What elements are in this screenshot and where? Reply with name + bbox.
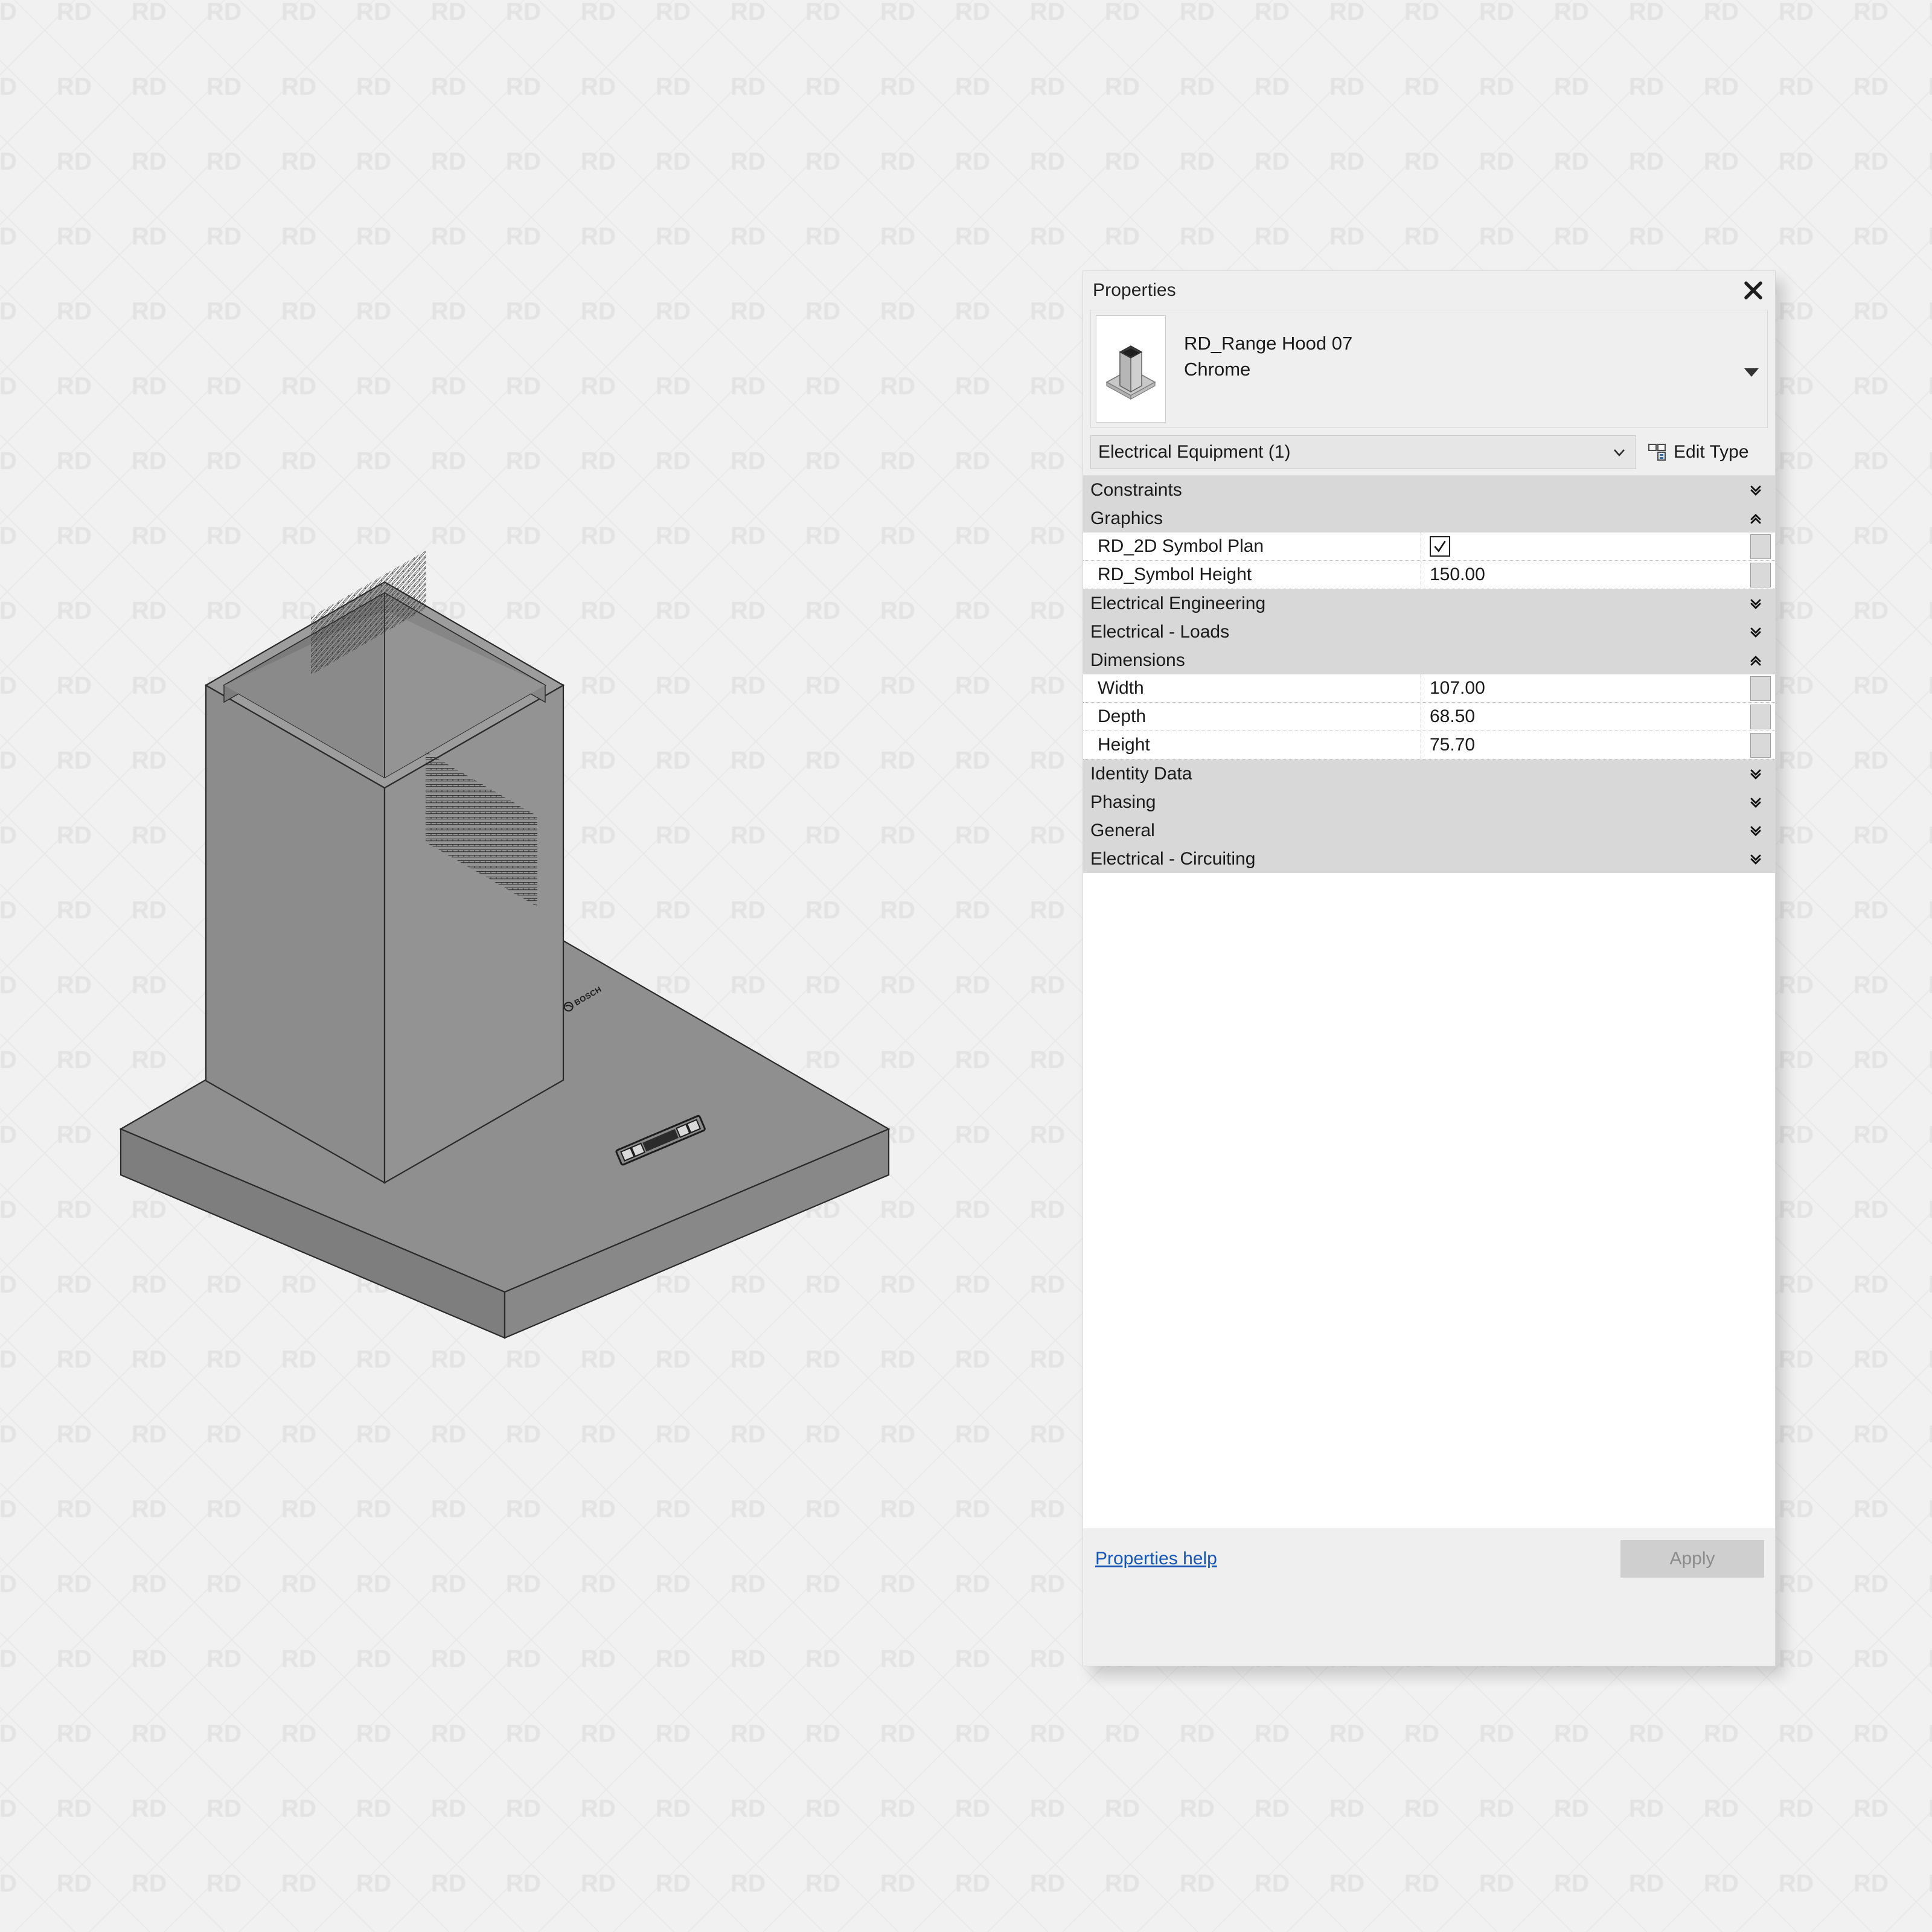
parameter-name: Height	[1083, 731, 1421, 759]
category-row: Electrical Equipment (1) Edit Type	[1090, 435, 1768, 469]
parameter-group-header[interactable]: Constraints	[1083, 476, 1775, 504]
parameter-row-button[interactable]	[1750, 534, 1771, 559]
edit-type-icon	[1647, 442, 1668, 462]
parameter-row: Height75.70	[1083, 731, 1775, 760]
double-chevron-up-icon	[1748, 511, 1763, 526]
parameter-group-label: Electrical - Loads	[1090, 622, 1229, 642]
type-name-block: RD_Range Hood 07 Chrome	[1184, 333, 1767, 380]
parameter-group-label: Identity Data	[1090, 764, 1192, 784]
parameter-row-button[interactable]	[1750, 676, 1771, 701]
type-dropdown-chevron-down-icon[interactable]	[1744, 368, 1759, 377]
properties-palette[interactable]: Properties RD_Range Hood 07 Chrome	[1083, 270, 1776, 1666]
parameter-row-button[interactable]	[1750, 733, 1771, 758]
double-chevron-down-icon	[1748, 767, 1763, 781]
parameter-group-header[interactable]: General	[1083, 816, 1775, 845]
parameter-value[interactable]: 150.00	[1421, 561, 1750, 589]
parameter-value[interactable]	[1421, 533, 1750, 560]
chevron-down-icon	[1611, 444, 1627, 460]
close-icon[interactable]	[1740, 277, 1767, 304]
parameter-value[interactable]: 68.50	[1421, 703, 1750, 731]
parameter-group-label: Graphics	[1090, 508, 1163, 529]
range-hood-thumbnail-icon	[1096, 315, 1166, 423]
panel-titlebar: Properties	[1083, 271, 1775, 305]
parameter-checkbox[interactable]	[1430, 536, 1450, 557]
type-selector[interactable]: RD_Range Hood 07 Chrome	[1090, 310, 1768, 428]
parameter-row: Depth68.50	[1083, 703, 1775, 731]
double-chevron-down-icon	[1748, 795, 1763, 810]
parameter-row-button[interactable]	[1750, 705, 1771, 729]
parameter-group-header[interactable]: Electrical Engineering	[1083, 589, 1775, 618]
parameter-group-label: Phasing	[1090, 792, 1156, 813]
parameter-value[interactable]: 107.00	[1421, 674, 1750, 702]
category-select-label: Electrical Equipment (1)	[1098, 442, 1611, 462]
range-hood-3d-model: BOSCH	[0, 0, 1063, 1932]
parameter-group-header[interactable]: Graphics	[1083, 504, 1775, 533]
double-chevron-down-icon	[1748, 597, 1763, 611]
parameter-row: Width107.00	[1083, 674, 1775, 703]
category-select[interactable]: Electrical Equipment (1)	[1090, 435, 1636, 469]
parameter-group-header[interactable]: Identity Data	[1083, 760, 1775, 788]
double-chevron-down-icon	[1748, 824, 1763, 838]
type-name: Chrome	[1184, 359, 1767, 380]
properties-help-link[interactable]: Properties help	[1095, 1549, 1620, 1569]
parameter-row-button[interactable]	[1750, 563, 1771, 587]
edit-type-button[interactable]: Edit Type	[1636, 435, 1768, 469]
parameter-name: Width	[1083, 674, 1421, 702]
family-name: RD_Range Hood 07	[1184, 333, 1767, 354]
parameter-name: RD_2D Symbol Plan	[1083, 533, 1421, 560]
parameter-group-header[interactable]: Dimensions	[1083, 646, 1775, 674]
model-viewport[interactable]: BOSCH	[0, 0, 1063, 1932]
parameter-group-label: Electrical Engineering	[1090, 593, 1265, 614]
parameter-group-label: Electrical - Circuiting	[1090, 849, 1255, 869]
parameter-group-label: Constraints	[1090, 480, 1182, 501]
parameter-name: Depth	[1083, 703, 1421, 731]
edit-type-label: Edit Type	[1674, 442, 1749, 462]
double-chevron-down-icon	[1748, 625, 1763, 639]
parameter-table: Constraints Graphics RD_2D Symbol PlanRD_S…	[1083, 475, 1775, 873]
parameter-group-header[interactable]: Phasing	[1083, 788, 1775, 816]
double-chevron-down-icon	[1748, 483, 1763, 497]
parameter-group-label: General	[1090, 820, 1155, 841]
page-title: Properties	[1093, 280, 1740, 301]
parameter-row: RD_Symbol Height150.00	[1083, 561, 1775, 589]
parameter-value[interactable]: 75.70	[1421, 731, 1750, 759]
parameter-row: RD_2D Symbol Plan	[1083, 533, 1775, 561]
apply-button[interactable]: Apply	[1620, 1540, 1764, 1578]
double-chevron-down-icon	[1748, 852, 1763, 866]
parameter-group-header[interactable]: Electrical - Loads	[1083, 618, 1775, 646]
parameter-group-label: Dimensions	[1090, 650, 1185, 671]
panel-footer: Properties help Apply	[1083, 1528, 1775, 1590]
double-chevron-up-icon	[1748, 653, 1763, 668]
checkmark-icon	[1432, 539, 1448, 554]
parameter-name: RD_Symbol Height	[1083, 561, 1421, 589]
parameter-empty-area	[1083, 873, 1775, 1528]
parameter-group-header[interactable]: Electrical - Circuiting	[1083, 845, 1775, 873]
